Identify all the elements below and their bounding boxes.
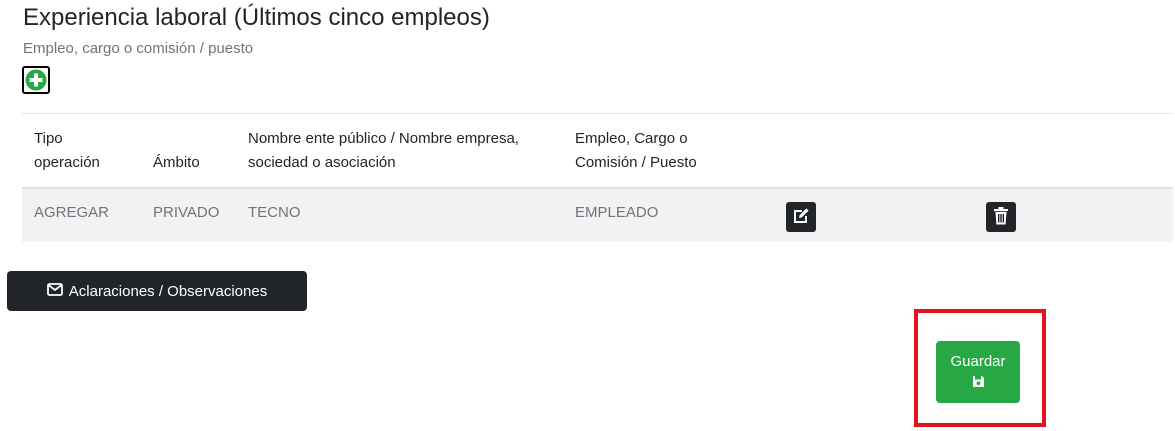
header-line: Empleo, Cargo o: [575, 130, 688, 147]
add-job-button[interactable]: [22, 66, 50, 94]
edit-row-button[interactable]: [786, 202, 816, 232]
observations-button[interactable]: Aclaraciones / Observaciones: [7, 271, 307, 311]
column-header-nombre-ente: Nombre ente público / Nombre empresa, so…: [248, 127, 519, 175]
header-line: Ámbito: [153, 154, 200, 171]
header-line: operación: [34, 154, 100, 171]
cell-nombre-ente: TECNO: [248, 204, 301, 221]
table-header: Tipo operación Ámbito Nombre ente públic…: [22, 114, 1173, 189]
table-row: AGREGAR PRIVADO TECNO EMPLEADO: [22, 189, 1173, 242]
observations-button-label: Aclaraciones / Observaciones: [68, 282, 268, 300]
save-button-label: Guardar: [950, 352, 1006, 370]
header-line: Nombre ente público / Nombre empresa,: [248, 130, 519, 147]
column-header-tipo-operacion: Tipo operación: [34, 127, 100, 175]
envelope-icon: [46, 282, 63, 300]
header-line: Comisión / Puesto: [575, 154, 697, 171]
cell-tipo-operacion: AGREGAR: [34, 204, 110, 221]
work-experience-table: Tipo operación Ámbito Nombre ente públic…: [22, 113, 1173, 242]
save-button[interactable]: Guardar: [936, 341, 1020, 403]
header-line: sociedad o asociación: [248, 154, 396, 171]
trash-icon: [992, 206, 1010, 229]
section-title: Experiencia laboral (Últimos cinco emple…: [23, 4, 490, 31]
cell-ambito: PRIVADO: [153, 204, 220, 221]
edit-icon: [791, 206, 811, 229]
floppy-disk-icon: [972, 375, 985, 392]
section-subtitle: Empleo, cargo o comisión / puesto: [23, 40, 254, 57]
header-line: [153, 127, 200, 151]
column-header-ambito: Ámbito: [153, 127, 200, 175]
header-line: Tipo: [34, 130, 63, 147]
column-header-empleo: Empleo, Cargo o Comisión / Puesto: [575, 127, 697, 175]
cell-empleo: EMPLEADO: [575, 204, 659, 221]
delete-row-button[interactable]: [986, 202, 1016, 232]
plus-circle-icon: [25, 69, 47, 91]
